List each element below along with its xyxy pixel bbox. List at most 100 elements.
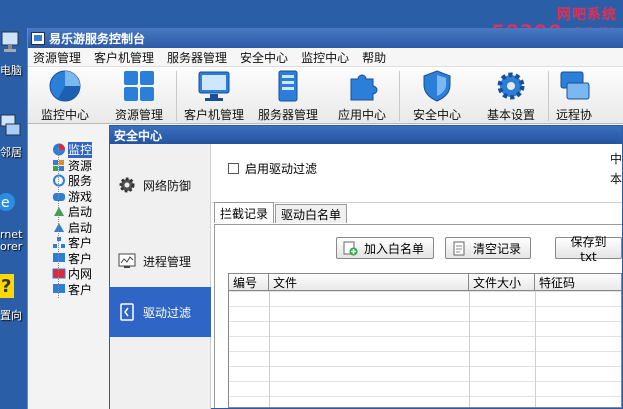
- corner-text-2: 本: [609, 172, 622, 186]
- save-txt-button[interactable]: 保存到txt: [555, 235, 622, 264]
- gear-icon: [497, 72, 525, 100]
- tree-item-client2[interactable]: 客户: [52, 251, 112, 267]
- clear-log-button[interactable]: 清空记录: [445, 237, 532, 259]
- tree-item-boot1[interactable]: 启动: [52, 204, 112, 220]
- col-file[interactable]: 文件: [269, 274, 469, 290]
- intercept-table: 编号 文件 文件大小 特征码: [228, 273, 622, 408]
- tree-item-lan[interactable]: 内网: [52, 266, 112, 282]
- side-item-label: 网络防御: [143, 178, 192, 193]
- computer-icon: [1, 31, 19, 52]
- desktop-icon-network[interactable]: [0, 112, 26, 141]
- refresh-node-icon: [53, 174, 65, 187]
- side-item-network-defense[interactable]: 网络防御: [110, 160, 211, 210]
- tool-security[interactable]: 安全中心: [400, 69, 474, 123]
- tool-remote-label: 远程协: [555, 108, 592, 122]
- tool-server-label: 服务器管理: [257, 108, 318, 122]
- table-header: 编号 文件 文件大小 特征码: [229, 274, 621, 291]
- desktop-icon-setup[interactable]: ?: [0, 272, 26, 303]
- desktop-label-ie2: orer: [0, 240, 23, 253]
- tool-remote[interactable]: 远程协: [549, 69, 599, 123]
- side-item-label: 进程管理: [143, 254, 192, 269]
- desktop-label-setup: 置向: [0, 309, 22, 322]
- table-body: [229, 291, 621, 407]
- monitor-pie-icon: [49, 70, 81, 102]
- tool-resource-label: 资源管理: [114, 108, 163, 122]
- tree-item-game[interactable]: 游戏: [52, 189, 112, 205]
- side-item-driver-filter[interactable]: 驱动过滤: [110, 287, 211, 337]
- dialog-content: 启用驱动过滤 中 本 拦截记录 驱动白名单 加入白名单 清空记录 保存到txt …: [212, 144, 622, 408]
- dialog-sidebar: 网络防御 进程管理 驱动过滤: [110, 144, 211, 409]
- save-txt-label: 保存到txt: [570, 234, 607, 264]
- boot-node-icon: [54, 222, 64, 232]
- add-icon: [343, 241, 358, 255]
- puzzle-icon: [350, 74, 378, 101]
- tree-item-monitor[interactable]: 监控: [52, 142, 112, 158]
- toolbar: 监控中心 资源管理 客户机管理 服务器管理 应用中心 安全中心 基本设置 远程协: [28, 67, 623, 124]
- menu-help[interactable]: 帮助: [362, 49, 386, 66]
- desktop-icon-ie[interactable]: e: [0, 190, 26, 217]
- tool-settings[interactable]: 基本设置: [474, 69, 548, 123]
- menu-resource[interactable]: 资源管理: [33, 49, 81, 66]
- tree-item-boot2[interactable]: 启动: [52, 220, 112, 236]
- tab-intercept-log[interactable]: 拦截记录: [214, 202, 275, 223]
- tool-client-label: 客户机管理: [183, 108, 244, 122]
- tool-resource[interactable]: 资源管理: [102, 69, 176, 123]
- menu-security[interactable]: 安全中心: [240, 49, 288, 66]
- dialog-title: 安全中心: [114, 128, 163, 143]
- menu-server[interactable]: 服务器管理: [167, 49, 227, 66]
- nav-tree: 监控 资源 服务 游戏 启动 启动 客户 客户 内网 客户: [52, 142, 112, 298]
- side-item-process[interactable]: 进程管理: [110, 236, 211, 286]
- svg-text:?: ?: [1, 276, 11, 297]
- tool-client[interactable]: 客户机管理: [177, 69, 251, 123]
- col-size[interactable]: 文件大小: [469, 274, 535, 290]
- tool-server[interactable]: 服务器管理: [251, 69, 325, 123]
- tab-panel: 加入白名单 清空记录 保存到txt 编号 文件 文件大小 特征码: [214, 224, 622, 408]
- tool-security-label: 安全中心: [412, 108, 461, 122]
- tab-driver-whitelist[interactable]: 驱动白名单: [275, 204, 348, 223]
- client-monitor-icon: [198, 71, 230, 101]
- corner-text-1: 中: [609, 152, 622, 166]
- shield-icon: [423, 70, 451, 102]
- client-node-icon: [53, 252, 65, 262]
- client-node-icon: [53, 283, 65, 293]
- driver-filter-checkbox[interactable]: [228, 163, 239, 174]
- remote-icon: [560, 71, 590, 100]
- tree-item-service[interactable]: 服务: [52, 173, 112, 189]
- svg-text:e: e: [1, 195, 10, 211]
- side-item-label: 驱动过滤: [143, 305, 192, 320]
- col-signature[interactable]: 特征码: [535, 274, 621, 290]
- process-icon: [118, 253, 136, 268]
- window-title: 易乐游服务控制台: [49, 31, 146, 46]
- security-dialog: 安全中心 网络防御 进程管理 驱动过滤 启用驱动过滤 中 本 拦截记录 驱动白名…: [109, 125, 623, 409]
- internet-explorer-icon: e: [0, 193, 15, 211]
- tool-app[interactable]: 应用中心: [325, 69, 399, 123]
- main-titlebar[interactable]: 易乐游服务控制台: [28, 28, 623, 48]
- grid-node-icon: [53, 159, 64, 171]
- network-places-icon: [0, 114, 21, 136]
- dialog-titlebar[interactable]: 安全中心: [110, 126, 622, 144]
- network-node-icon: [53, 237, 65, 249]
- lan-node-icon: [52, 268, 66, 279]
- tree-item-resource[interactable]: 资源: [52, 158, 112, 174]
- menu-client[interactable]: 客户机管理: [94, 49, 154, 66]
- clear-icon: [453, 241, 465, 255]
- tool-monitor-label: 监控中心: [40, 108, 89, 122]
- menu-monitor[interactable]: 监控中心: [301, 49, 349, 66]
- column-rule: [535, 291, 536, 407]
- driver-filter-toggle[interactable]: 启用驱动过滤: [228, 160, 317, 177]
- clear-log-label: 清空记录: [473, 241, 522, 256]
- desktop-icon-computer[interactable]: [0, 30, 26, 57]
- driver-filter-label: 启用驱动过滤: [245, 162, 318, 176]
- column-rule: [269, 291, 270, 407]
- resource-grid-icon: [124, 71, 154, 101]
- desktop-label-network: 邻居: [0, 146, 22, 159]
- tab-strip: 拦截记录 驱动白名单: [214, 202, 348, 223]
- question-icon: ?: [0, 274, 14, 298]
- pie-node-icon: [53, 143, 65, 156]
- tree-item-client3[interactable]: 客户: [52, 282, 112, 298]
- add-whitelist-button[interactable]: 加入白名单: [336, 237, 435, 259]
- tree-item-client1[interactable]: 客户: [52, 235, 112, 251]
- tool-monitor[interactable]: 监控中心: [28, 69, 102, 123]
- col-id[interactable]: 编号: [229, 274, 269, 290]
- menubar: 资源管理 客户机管理 服务器管理 安全中心 监控中心 帮助: [28, 48, 623, 67]
